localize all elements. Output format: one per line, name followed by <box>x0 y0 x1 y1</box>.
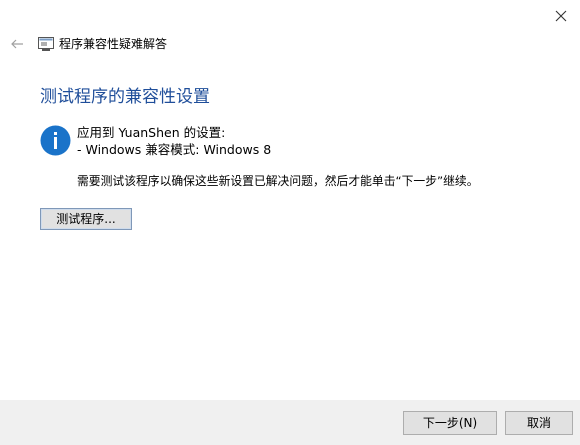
cancel-button[interactable]: 取消 <box>505 411 573 435</box>
window-title: 程序兼容性疑难解答 <box>59 37 168 51</box>
back-arrow-icon <box>11 39 23 49</box>
test-program-button[interactable]: 测试程序... <box>40 208 132 230</box>
applied-setting-item: - Windows 兼容模式: Windows 8 <box>77 142 272 157</box>
close-button[interactable] <box>546 2 576 30</box>
instruction-text: 需要测试该程序以确保这些新设置已解决问题，然后才能单击“下一步”继续。 <box>77 174 479 188</box>
close-icon <box>555 10 567 22</box>
troubleshooter-dialog: 程序兼容性疑难解答 测试程序的兼容性设置 应用到 YuanShen 的设置: -… <box>0 0 580 445</box>
applied-settings-label: 应用到 YuanShen 的设置: <box>77 125 226 140</box>
next-button[interactable]: 下一步(N) <box>403 411 497 435</box>
page-title: 测试程序的兼容性设置 <box>40 87 210 107</box>
back-button[interactable] <box>6 34 28 54</box>
info-icon <box>40 125 71 156</box>
troubleshooter-app-icon <box>38 37 54 51</box>
